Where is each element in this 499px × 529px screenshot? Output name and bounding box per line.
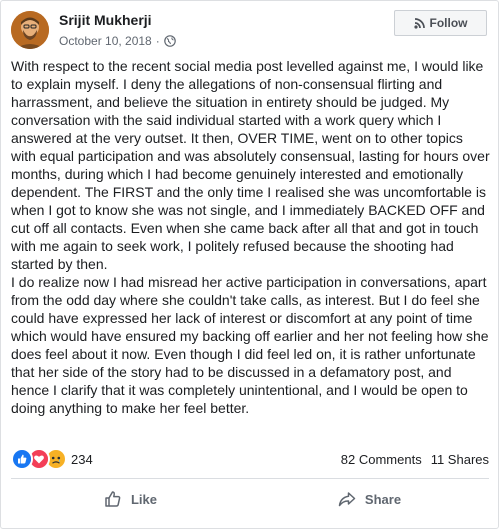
comments-count[interactable]: 82 Comments xyxy=(341,452,422,467)
post-body: With respect to the recent social media … xyxy=(11,58,490,416)
post-actions: Like Share xyxy=(11,482,489,516)
reactions-summary[interactable]: 234 xyxy=(11,448,93,470)
share-button[interactable]: Share xyxy=(250,482,489,516)
reaction-count: 234 xyxy=(71,451,93,467)
author-name[interactable]: Srijit Mukherji xyxy=(59,12,152,28)
engagement-counts: 82 Comments 11 Shares xyxy=(341,452,489,467)
post-date[interactable]: October 10, 2018 xyxy=(59,34,152,48)
like-reaction-icon xyxy=(11,448,33,470)
follow-button[interactable]: Follow xyxy=(394,10,487,36)
meta-separator: · xyxy=(155,34,160,48)
like-label: Like xyxy=(130,491,157,507)
share-arrow-icon xyxy=(338,492,356,507)
globe-icon[interactable] xyxy=(163,35,176,47)
thumbs-up-icon xyxy=(105,491,121,507)
share-label: Share xyxy=(364,491,402,507)
author-avatar[interactable] xyxy=(11,11,49,49)
like-button[interactable]: Like xyxy=(11,482,250,516)
post-stats: 234 82 Comments 11 Shares xyxy=(11,448,489,470)
follow-label: Follow xyxy=(429,16,468,30)
rss-icon xyxy=(413,17,425,29)
shares-count[interactable]: 11 Shares xyxy=(431,452,489,467)
post-meta: October 10, 2018 · xyxy=(59,34,176,48)
post-card: Srijit Mukherji October 10, 2018 · Follo… xyxy=(0,0,499,529)
action-divider xyxy=(11,478,489,479)
post-header: Srijit Mukherji October 10, 2018 · Follo… xyxy=(1,1,498,57)
